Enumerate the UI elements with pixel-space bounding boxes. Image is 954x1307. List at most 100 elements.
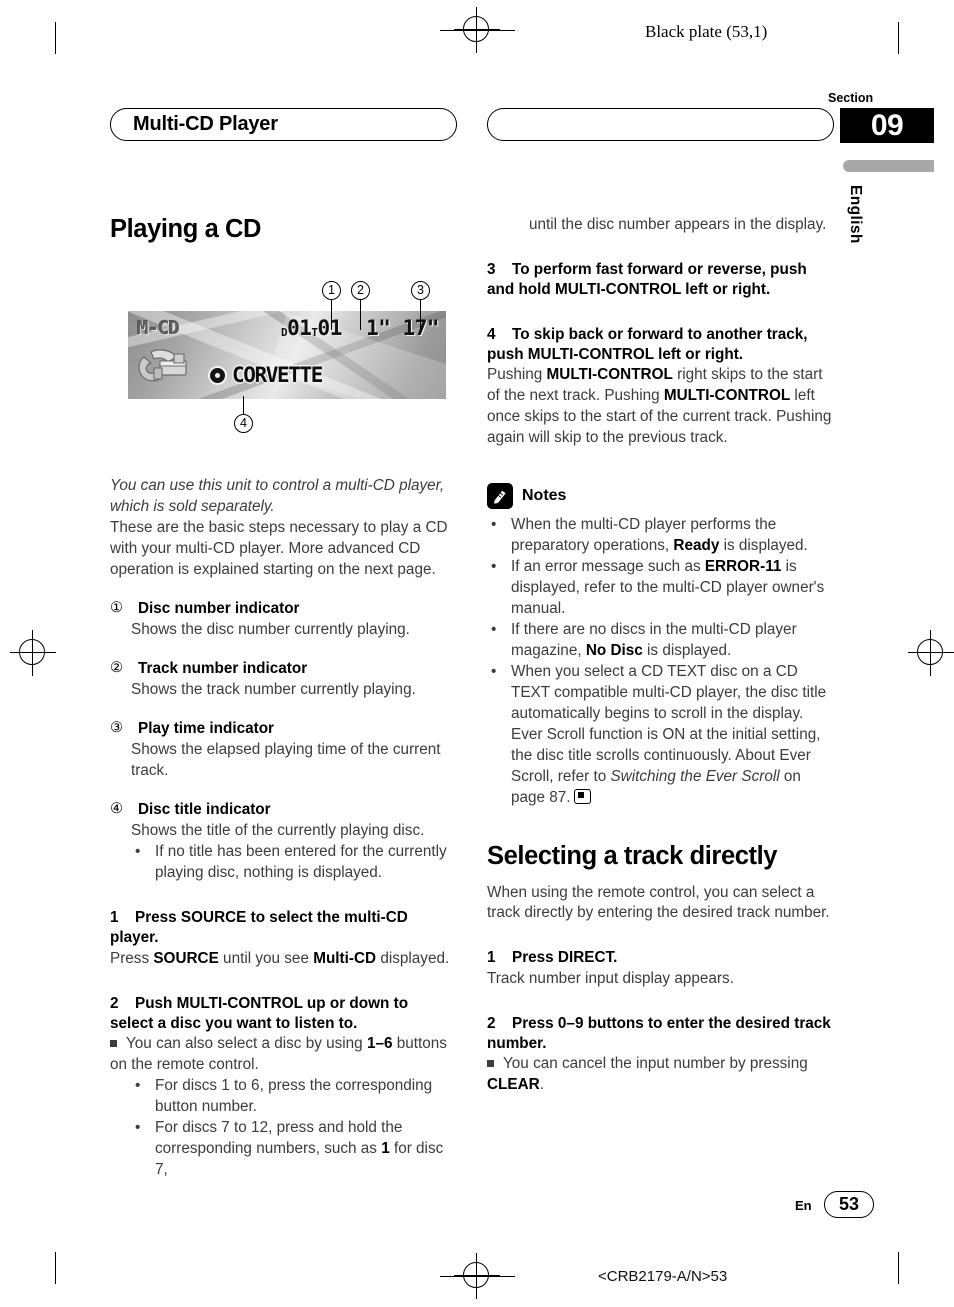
indicator-4-description: Shows the title of the currently playing… [131,822,425,840]
step-1-body-a: Press [110,949,154,967]
step-2-bullet-2-a: For discs 7 to 12, press and hold the co… [155,1119,403,1158]
direct-step-1-heading-text: Press DIRECT. [512,949,618,967]
manual-page: Black plate (53,1) Section 09 English Mu… [0,0,954,1307]
registration-mark-bottom-center [454,1253,500,1299]
leader-line-1 [331,300,333,330]
bullet-dot-icon: • [491,662,497,680]
lcd-source-label: M-CD [137,317,180,339]
step-3-heading: 3 To perform fast forward or reverse, pus… [487,260,832,301]
step-4-body-mc1: MULTI-CONTROL [546,366,673,384]
direct-step-2-note-a: You can cancel the input number by press… [503,1055,808,1073]
section-heading-selecting-track: Selecting a track directly [487,842,778,871]
note-1-ready: Ready [673,537,720,555]
step-2-bullet-1-text: For discs 1 to 6, press the correspondin… [155,1077,433,1116]
intro-body-text: These are the basic steps necessary to p… [110,518,448,578]
note-2-a: If an error message such as [511,558,705,576]
step-2-heading: 2 Push MULTI-CONTROL up or down to select… [110,994,455,1035]
indicator-3-label: Play time indicator [138,719,275,737]
leader-line-4 [243,396,245,414]
direct-step-2-heading: 2 Press 0–9 buttons to enter the desired … [487,1014,832,1055]
note-item-3: • If there are no discs in the multi-CD … [487,620,832,662]
lcd-track-number: 01 [317,316,343,340]
lcd-display-figure: M-CD D01T01 1" 17" CORVETTE [128,311,446,399]
note-3-text: If there are no discs in the multi-CD pl… [511,620,832,662]
bullet-dot-icon: • [135,843,141,861]
selecting-track-intro: When using the remote control, you can s… [487,883,830,922]
step-1-heading-text: Press SOURCE to select the multi-CD play… [110,908,408,947]
indicator-3-marker: ③ [110,719,124,736]
bullet-dot-icon: • [491,620,497,638]
step-1-number: 1 [110,908,119,926]
note-item-2: • If an error message such as ERROR-11 i… [487,557,832,620]
step-2-bullet-2-text: For discs 7 to 12, press and hold the co… [155,1118,455,1181]
step-2-bullet-1: • For discs 1 to 6, press the correspond… [131,1076,455,1118]
pencil-icon [487,483,513,510]
step-4-body-mc2: MULTI-CONTROL [663,387,791,405]
direct-step-2-note-c: . [539,1076,544,1094]
square-marker-icon [487,1059,494,1067]
bullet-dot-icon: • [491,516,497,534]
registration-mark-top-center [454,7,500,53]
direct-step-1-heading: 1 Press DIRECT. [487,948,832,968]
step-1-heading: 1 Press SOURCE to select the multi-CD pla… [110,908,455,949]
registration-mark-left [10,630,56,676]
step-4-number: 4 [487,325,496,343]
direct-step-1-body: Track number input display appears. [487,969,734,987]
step-2-number: 2 [110,994,119,1012]
running-head-blank [487,108,834,141]
lcd-disc-title: CORVETTE [232,363,323,387]
step-1-body-c: until you see [218,949,314,967]
leader-line-3 [420,300,422,330]
note-3-c: is displayed. [642,641,732,659]
callout-1: 1 [322,281,341,300]
note-item-4: • When you select a CD TEXT disc on a CD… [487,662,832,809]
step-2-heading-text: Push MULTI-CONTROL up or down to select … [110,994,409,1032]
footer-language: En [795,1198,812,1213]
note-4-crossref: Switching the Ever Scroll [610,767,780,785]
crop-line-top-right [898,22,900,54]
running-head-title: Multi-CD Player [110,108,457,141]
callout-2: 2 [351,281,370,300]
bullet-dot-icon: • [135,1119,141,1137]
black-plate-text: Black plate (53,1) [645,22,768,41]
lcd-play-time: 1" 17" [366,316,439,340]
registration-mark-right [908,630,954,676]
indicator-3-heading: ③ Play time indicator [110,718,455,739]
section-label: Section [828,91,874,105]
right-column: until the disc number appears in the dis… [487,215,832,1096]
indicator-4-label: Disc title indicator [138,800,271,818]
note-1-text: When the multi-CD player performs the pr… [511,515,832,557]
bullet-dot-icon: • [135,1077,141,1095]
leader-line-2 [360,300,362,330]
step-3-number: 3 [487,260,496,278]
section-number-box: 09 [840,108,934,143]
direct-step-2-number: 2 [487,1014,496,1032]
section-end-marker-icon [573,788,591,804]
bullet-dot-icon: • [491,558,497,576]
step-4-heading: 4 To skip back or forward to another trac… [487,325,832,366]
step-4-heading-text: To skip back or forward to another track… [487,325,808,363]
language-tab-label: English [847,185,864,244]
note-1-c: is displayed. [719,537,808,555]
step-1-body-source: SOURCE [153,949,219,967]
step-1-body-multicd: Multi-CD [313,949,377,967]
crop-line-bottom-left [55,1252,57,1284]
indicator-1-heading: ① Disc number indicator [110,598,455,619]
indicator-4-heading: ④ Disc title indicator [110,799,455,820]
indicator-1-marker: ① [110,599,124,616]
direct-step-1-number: 1 [487,949,496,967]
direct-step-2-note: You can cancel the input number by press… [487,1054,832,1096]
intro-italic-text: You can use this unit to control a multi… [110,477,445,515]
indicator-3-description: Shows the elapsed playing time of the cu… [131,741,441,779]
step-4-body: Pushing MULTI-CONTROL right skips to the… [487,365,832,449]
note-3-nodisc: No Disc [585,641,643,659]
note-4-text: When you select a CD TEXT disc on a CD T… [511,662,832,809]
footer-document-code: <CRB2179-A/N>53 [598,1268,728,1285]
direct-step-2-heading-text: Press 0–9 buttons to enter the desired t… [487,1014,831,1053]
indicator-2-heading: ② Track number indicator [110,658,455,679]
continued-text: until the disc number appears in the dis… [529,216,827,233]
lcd-disc-number: 01 [287,316,312,340]
indicator-2-description: Shows the track number currently playing… [131,680,416,698]
crop-line-top-left [55,22,57,54]
notes-header: Notes [487,483,832,510]
